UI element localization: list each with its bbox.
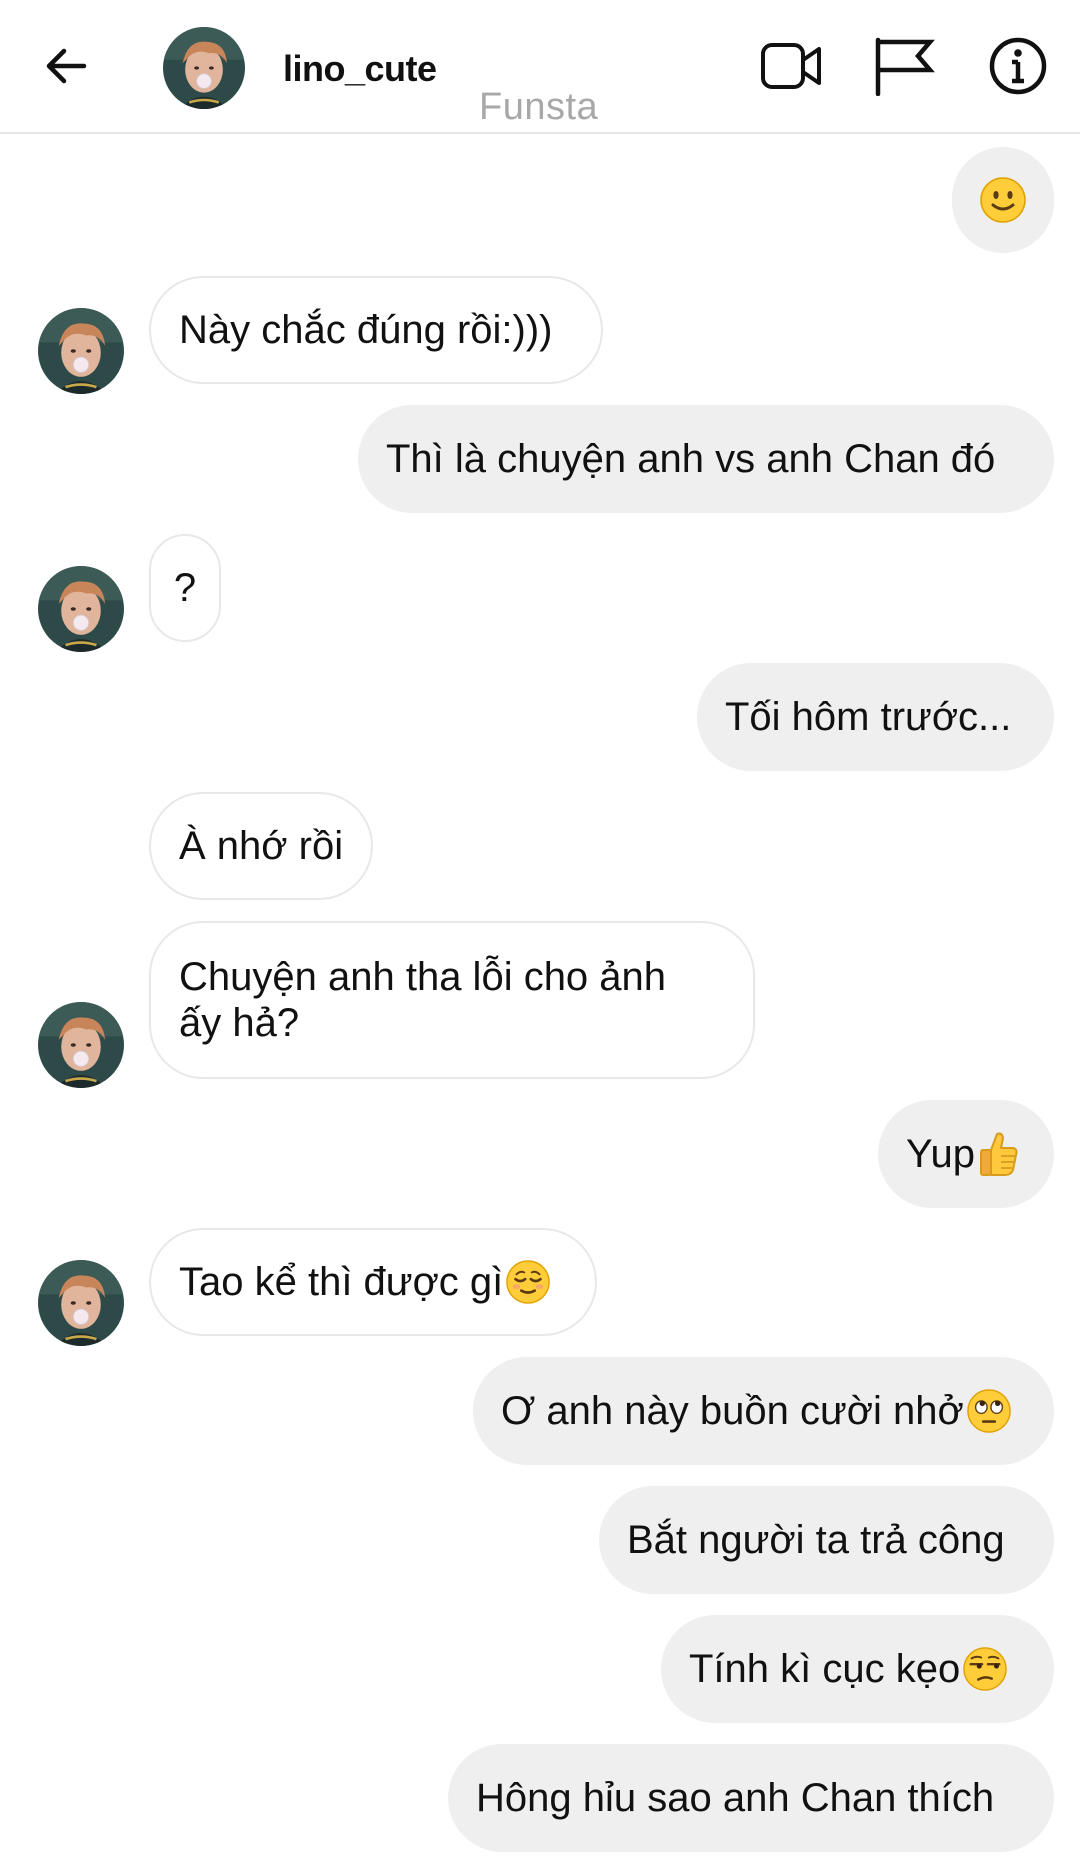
- header-username[interactable]: lino_cute: [283, 48, 437, 90]
- message-bubble-outgoing[interactable]: [952, 147, 1054, 253]
- message-text: Tối hôm trước...: [725, 695, 1012, 739]
- message-bubble-incoming[interactable]: ?: [149, 534, 221, 642]
- dm-screen: lino_cute Funsta Này chắc đúng rồi:))) T…: [0, 0, 1080, 1861]
- message-bubble-outgoing[interactable]: Tính kì cục kẹo: [661, 1615, 1054, 1723]
- message-bubble-incoming[interactable]: Chuyện anh tha lỗi cho ảnh ấy hả?: [149, 921, 755, 1079]
- message-bubble-incoming[interactable]: À nhớ rồi: [149, 792, 373, 900]
- flag-icon: [875, 37, 935, 96]
- video-camera-icon: [761, 43, 821, 89]
- message-text: Tính kì cục kẹo: [689, 1647, 961, 1691]
- unamused-face-emoji: [963, 1647, 1008, 1691]
- back-button[interactable]: [38, 38, 94, 94]
- info-icon: [989, 37, 1047, 95]
- relieved-face-emoji: [506, 1260, 551, 1304]
- avatar[interactable]: [163, 27, 245, 109]
- message-text: Yup: [906, 1132, 975, 1176]
- message-text: Ơ anh này buồn cười nhở: [501, 1389, 964, 1433]
- message-text: À nhớ rồi: [179, 824, 344, 868]
- message-bubble-incoming[interactable]: Này chắc đúng rồi:))): [149, 276, 603, 384]
- face-with-rolling-eyes-emoji: [966, 1389, 1011, 1433]
- message-text: Bắt người ta trả công: [627, 1518, 1005, 1562]
- thumbs-up-emoji: [979, 1132, 1018, 1176]
- avatar[interactable]: [38, 1260, 124, 1346]
- avatar[interactable]: [38, 1002, 124, 1088]
- message-bubble-outgoing[interactable]: Hông hỉu sao anh Chan thích: [448, 1744, 1054, 1852]
- header-subtitle: Funsta: [475, 86, 603, 129]
- message-text: Hông hỉu sao anh Chan thích: [476, 1776, 995, 1820]
- video-call-button[interactable]: [756, 30, 828, 102]
- message-text: Chuyện anh tha lỗi cho ảnh ấy hả?: [179, 955, 667, 1045]
- message-bubble-outgoing[interactable]: Ơ anh này buồn cười nhở: [473, 1357, 1054, 1465]
- message-text: ?: [173, 566, 197, 610]
- avatar[interactable]: [38, 308, 124, 394]
- slightly-smiling-face-emoji: [980, 177, 1026, 223]
- message-text: Này chắc đúng rồi:))): [179, 308, 553, 352]
- arrow-left-icon: [46, 48, 87, 84]
- message-bubble-incoming[interactable]: Tao kể thì được gì: [149, 1228, 597, 1336]
- message-bubble-outgoing[interactable]: Thì là chuyện anh vs anh Chan đó: [358, 405, 1054, 513]
- message-text: Thì là chuyện anh vs anh Chan đó: [386, 437, 996, 481]
- message-text: Tao kể thì được gì: [179, 1260, 504, 1304]
- conversation-info-button[interactable]: [982, 30, 1054, 102]
- message-bubble-outgoing[interactable]: Tối hôm trước...: [697, 663, 1054, 771]
- message-bubble-outgoing[interactable]: Yup: [878, 1100, 1054, 1208]
- avatar[interactable]: [38, 566, 124, 652]
- report-button[interactable]: [868, 30, 940, 102]
- message-bubble-outgoing[interactable]: Bắt người ta trả công: [599, 1486, 1054, 1594]
